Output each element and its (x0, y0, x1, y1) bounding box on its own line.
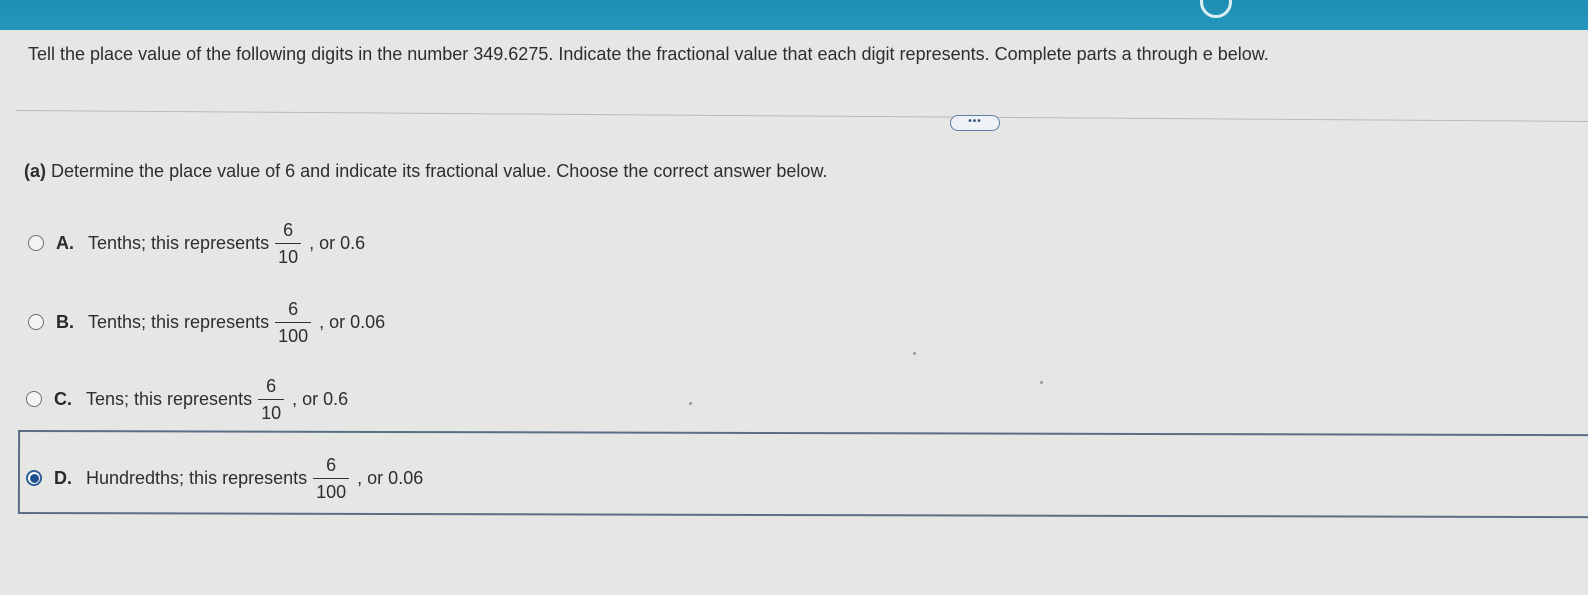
option-b-text: Tenths; this represents (88, 311, 270, 332)
option-d-letter: D. (54, 467, 72, 488)
option-d-tail: , or 0.06 (357, 467, 424, 488)
option-c-letter: C. (54, 388, 72, 409)
option-a-denominator: 10 (275, 242, 302, 268)
score-ring-icon (1200, 0, 1232, 18)
option-c-tail: , or 0.6 (292, 388, 349, 409)
part-a-prompt-text: Determine the place value of 6 and indic… (51, 161, 828, 181)
option-b-numerator: 6 (288, 298, 299, 319)
option-d-fraction: 6 100 (313, 454, 350, 503)
more-button[interactable]: ••• (950, 115, 1000, 131)
option-b-radio[interactable] (28, 314, 44, 330)
option-a[interactable]: A. Tenths; this represents 6 10 , or 0.6 (28, 213, 365, 273)
option-a-fraction: 6 10 (275, 219, 302, 268)
question-text: Tell the place value of the following di… (28, 44, 1269, 64)
option-a-numerator: 6 (283, 219, 294, 240)
option-b-letter: B. (56, 311, 74, 332)
option-c-radio[interactable] (26, 391, 42, 407)
divider (15, 110, 1588, 122)
screen-speck (1040, 381, 1043, 384)
option-a-tail: , or 0.6 (309, 232, 366, 253)
option-b-fraction: 6 100 (275, 298, 312, 347)
option-c-numerator: 6 (266, 375, 277, 396)
option-b-denominator: 100 (275, 321, 312, 347)
option-d-radio[interactable] (26, 470, 42, 486)
screen-speck (913, 352, 916, 355)
option-d-text: Hundredths; this represents (86, 467, 308, 488)
option-c[interactable]: C. Tens; this represents 6 10 , or 0.6 (26, 369, 348, 429)
option-b-tail: , or 0.06 (319, 311, 386, 332)
option-a-radio[interactable] (28, 235, 44, 251)
option-a-letter: A. (56, 232, 74, 253)
option-c-fraction: 6 10 (258, 375, 285, 424)
option-d-numerator: 6 (326, 454, 337, 475)
option-b[interactable]: B. Tenths; this represents 6 100 , or 0.… (28, 292, 385, 352)
option-d-denominator: 100 (313, 477, 350, 503)
header-bar (0, 0, 1588, 30)
option-d[interactable]: D. Hundredths; this represents 6 100 , o… (26, 448, 423, 508)
part-a-label: (a) (24, 161, 46, 181)
option-c-text: Tens; this represents (86, 388, 253, 409)
option-c-denominator: 10 (258, 398, 285, 424)
screen-speck (689, 402, 692, 405)
option-a-text: Tenths; this represents (88, 232, 270, 253)
part-a-prompt: (a) Determine the place value of 6 and i… (24, 161, 827, 182)
